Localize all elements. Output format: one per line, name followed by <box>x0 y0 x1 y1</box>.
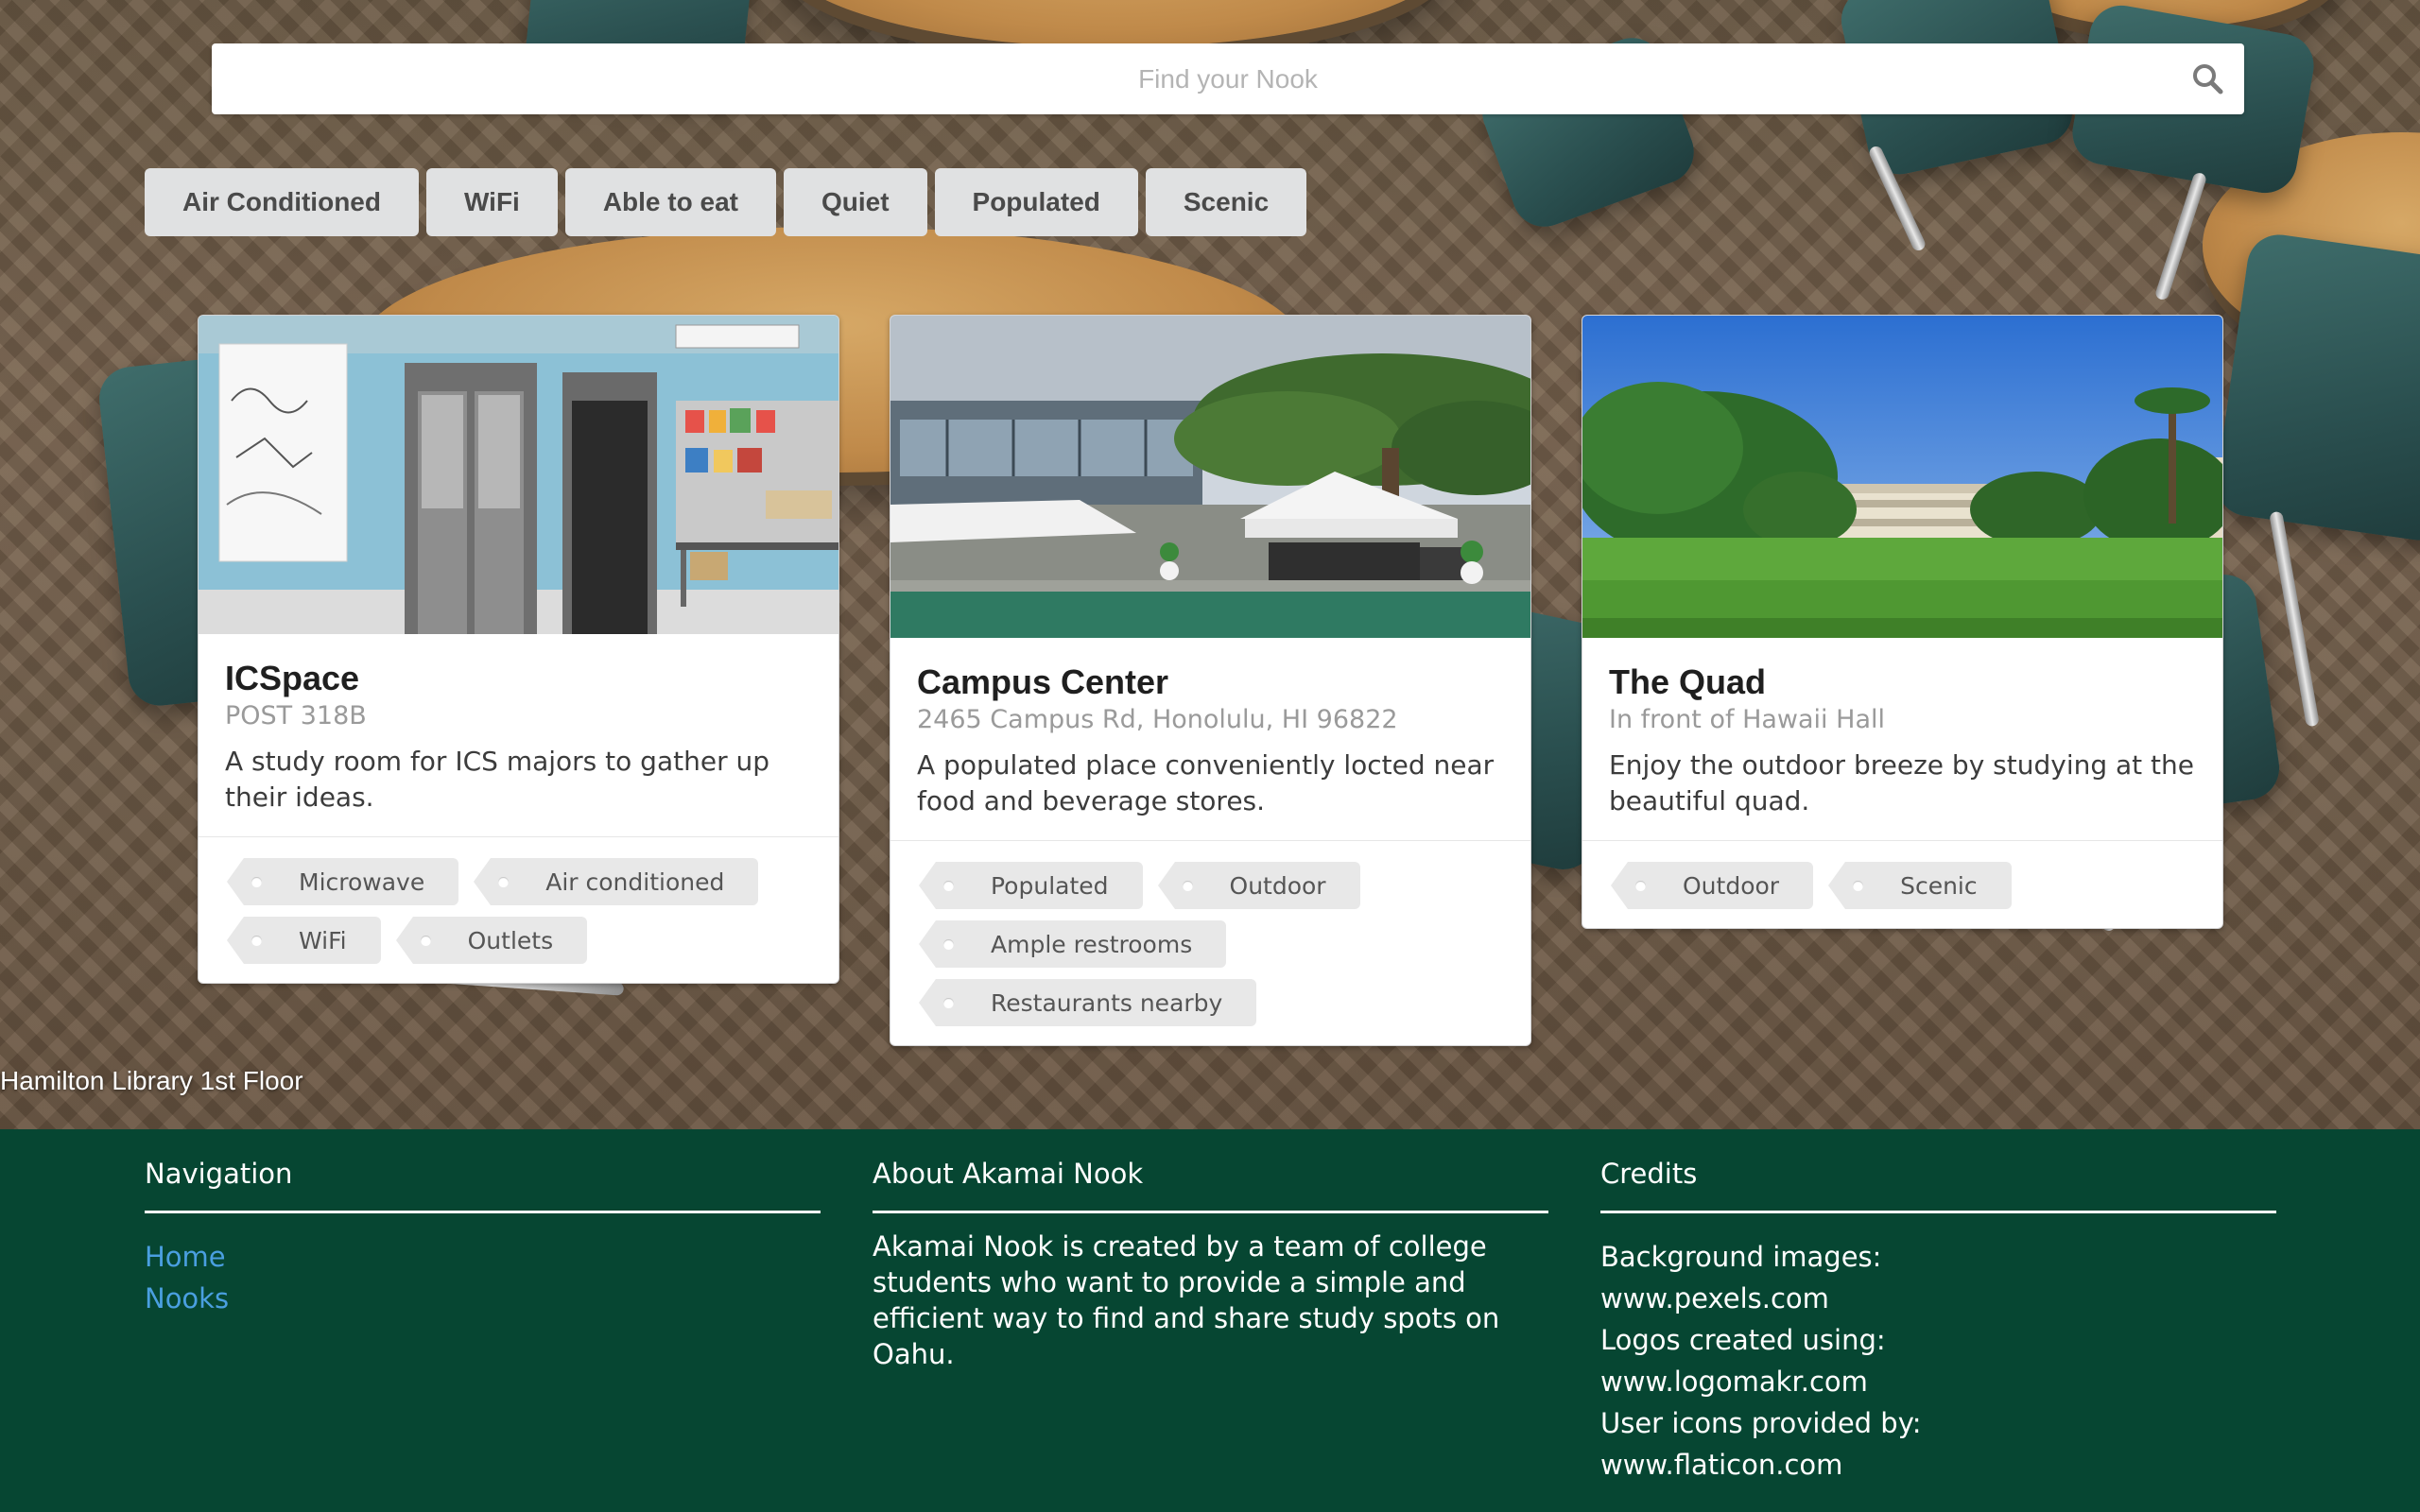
tag-hole-icon <box>251 936 262 946</box>
card-location: POST 318B <box>225 701 367 730</box>
search-input[interactable] <box>212 43 2244 114</box>
filter-wifi-button[interactable]: WiFi <box>425 168 558 236</box>
card-tags: Microwave Air conditioned WiFi Outlets <box>199 836 838 983</box>
card-title[interactable]: Campus Center <box>917 662 1504 702</box>
card-title[interactable]: The Quad <box>1609 662 2196 702</box>
tag-hole-icon <box>1635 881 1646 891</box>
campus-center-illustration <box>890 316 1530 638</box>
tag-hole-icon <box>251 877 262 887</box>
card-tags: Outdoor Scenic <box>1582 840 2222 928</box>
tag-hole-icon <box>1182 881 1193 891</box>
card-location: 2465 Campus Rd, Honolulu, HI 96822 <box>917 705 1398 734</box>
filter-air-conditioned-button[interactable]: Air Conditioned <box>145 168 419 236</box>
credit-line: User icons provided by: <box>1600 1407 1922 1439</box>
filter-populated-button[interactable]: Populated <box>934 168 1138 236</box>
card-content: Campus Center 2465 Campus Rd, Honolulu, … <box>890 638 1530 840</box>
credit-line: www.flaticon.com <box>1600 1449 1843 1481</box>
quad-illustration <box>1582 316 2222 638</box>
table-top <box>775 0 1456 47</box>
card-location: In front of Hawaii Hall <box>1609 705 1885 734</box>
chair-leg <box>2269 510 2320 728</box>
footer-about-text: Akamai Nook is created by a team of coll… <box>873 1230 1500 1370</box>
chair-leg <box>2153 171 2208 301</box>
nook-card-the-quad[interactable]: The Quad In front of Hawaii Hall Enjoy t… <box>1582 315 2223 929</box>
footer-links: Home Nooks <box>145 1236 821 1319</box>
tag-restaurants-nearby[interactable]: Restaurants nearby <box>918 979 1257 1026</box>
footer-link-nooks[interactable]: Nooks <box>145 1278 821 1319</box>
tag-ample-restrooms[interactable]: Ample restrooms <box>918 920 1227 968</box>
nook-card-icspace[interactable]: ICSpace POST 318B A study room for ICS m… <box>198 315 839 984</box>
tag-outdoor[interactable]: Outdoor <box>1157 862 1360 909</box>
card-image <box>199 316 838 634</box>
tag-outlets[interactable]: Outlets <box>395 917 588 964</box>
footer-credits-list: Background images: www.pexels.com Logos … <box>1600 1236 2276 1486</box>
room-illustration <box>199 316 838 634</box>
tag-outdoor[interactable]: Outdoor <box>1610 862 1814 909</box>
tag-populated[interactable]: Populated <box>919 862 1143 909</box>
tag-hole-icon <box>498 877 510 887</box>
footer-navigation-heading: Navigation <box>145 1158 821 1213</box>
tag-hole-icon <box>943 939 954 950</box>
tag-wifi[interactable]: WiFi <box>227 917 381 964</box>
credit-line: Logos created using: <box>1600 1324 1886 1356</box>
card-image <box>890 316 1530 638</box>
footer-link-home[interactable]: Home <box>145 1236 821 1278</box>
card-title[interactable]: ICSpace <box>225 659 812 698</box>
tag-hole-icon <box>943 998 954 1008</box>
filter-able-to-eat-button[interactable]: Able to eat <box>564 168 776 236</box>
card-tags: Populated Outdoor Ample restrooms Restau… <box>890 840 1530 1045</box>
tag-microwave[interactable]: Microwave <box>226 858 459 905</box>
footer-credits: Credits Background images: www.pexels.co… <box>1600 1158 2276 1486</box>
filter-bar: Air Conditioned WiFi Able to eat Quiet P… <box>145 168 1307 236</box>
credit-line: www.pexels.com <box>1600 1282 1829 1314</box>
tag-hole-icon <box>1853 881 1864 891</box>
tag-scenic[interactable]: Scenic <box>1828 862 2012 909</box>
background-caption: Hamilton Library 1st Floor <box>0 1066 303 1095</box>
card-image <box>1582 316 2222 638</box>
filter-quiet-button[interactable]: Quiet <box>783 168 927 236</box>
credit-line: www.logomakr.com <box>1600 1366 1868 1398</box>
footer-navigation: Navigation Home Nooks <box>145 1158 821 1319</box>
nook-card-campus-center[interactable]: Campus Center 2465 Campus Rd, Honolulu, … <box>890 315 1531 1046</box>
tag-air-conditioned[interactable]: Air conditioned <box>474 858 759 905</box>
card-description: A study room for ICS majors to gather up… <box>225 746 769 813</box>
card-content: ICSpace POST 318B A study room for ICS m… <box>199 634 838 836</box>
tag-hole-icon <box>943 881 954 891</box>
search-bar[interactable] <box>212 43 2244 114</box>
card-description: Enjoy the outdoor breeze by studying at … <box>1609 749 2195 816</box>
footer-credits-heading: Credits <box>1600 1158 2276 1213</box>
card-content: The Quad In front of Hawaii Hall Enjoy t… <box>1582 638 2222 840</box>
search-icon[interactable] <box>2191 62 2223 94</box>
footer-about-heading: About Akamai Nook <box>873 1158 1548 1213</box>
footer-about: About Akamai Nook Akamai Nook is created… <box>873 1158 1548 1372</box>
credit-line: Background images: <box>1600 1241 1882 1273</box>
footer: Navigation Home Nooks About Akamai Nook … <box>0 1129 2420 1512</box>
tag-hole-icon <box>420 936 431 946</box>
filter-scenic-button[interactable]: Scenic <box>1145 168 1307 236</box>
card-description: A populated place conveniently locted ne… <box>917 749 1495 816</box>
